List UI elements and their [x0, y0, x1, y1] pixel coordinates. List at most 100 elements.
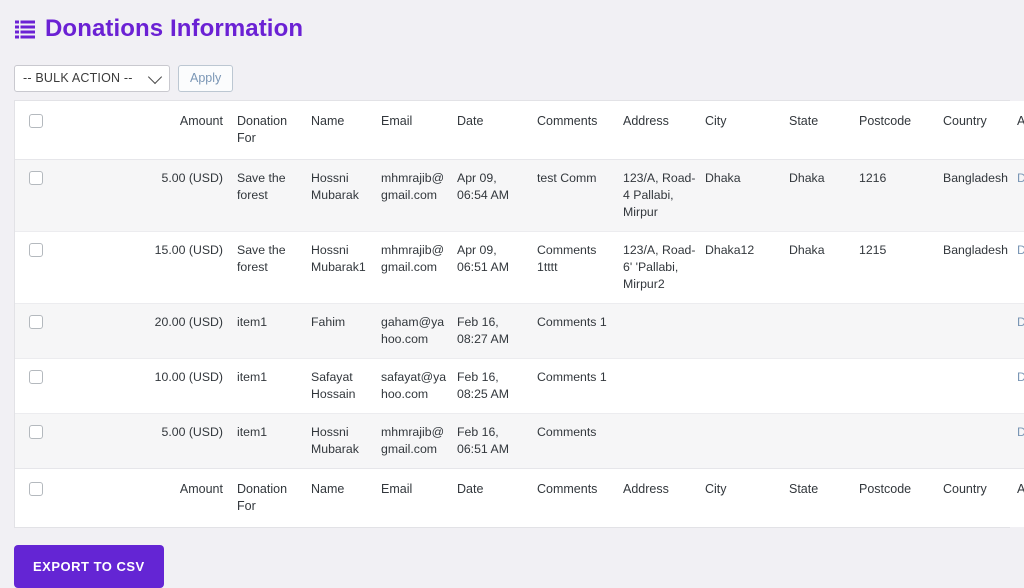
- row-select-cell: [15, 303, 75, 359]
- export-toolbar: EXPORT TO CSV: [0, 528, 1024, 588]
- cell-state: [789, 303, 859, 359]
- delete-link[interactable]: DELETE: [1017, 243, 1024, 257]
- cell-date: Feb 16, 06:51 AM: [457, 425, 509, 456]
- cell-country: [943, 303, 1017, 359]
- cell-donation-for: item1: [237, 425, 268, 439]
- cell-name: Hossni Mubarak: [311, 159, 381, 232]
- donations-table: Amount Donation For Name Email Date Comm…: [15, 101, 1024, 527]
- cell-donation-for: Save the forest: [237, 159, 311, 232]
- cell-postcode: [859, 414, 943, 469]
- footer-header-name[interactable]: Name: [311, 468, 381, 527]
- cell-email: mhmrajib@gmail.com: [381, 231, 457, 304]
- cell-state: [789, 358, 859, 414]
- cell-action: DELETE: [1017, 358, 1024, 414]
- cell-donation-for: item1: [237, 358, 311, 414]
- cell-address: 123/A, Road-6' 'Pallabi, Mirpur2: [623, 231, 705, 304]
- cell-date: Apr 09, 06:54 AM: [457, 159, 537, 232]
- cell-city: Dhaka: [705, 159, 789, 232]
- table-footer-row: Amount Donation For Name Email Date Comm…: [15, 468, 1024, 527]
- footer-header-state[interactable]: State: [789, 468, 859, 527]
- footer-header-country[interactable]: Country: [943, 468, 1017, 527]
- cell-amount: 15.00 (USD): [75, 231, 237, 304]
- cell-name: Safayat Hossain: [311, 358, 381, 414]
- cell-amount: 5.00 (USD): [75, 159, 237, 232]
- footer-header-donation-for[interactable]: Donation For: [237, 468, 311, 527]
- cell-comments: Comments 1tttt: [537, 231, 623, 304]
- column-header-email[interactable]: Email: [381, 101, 457, 160]
- footer-header-postcode[interactable]: Postcode: [859, 468, 943, 527]
- cell-email: gaham@yahoo.com: [381, 303, 457, 359]
- page-title: Donations Information: [0, 0, 1024, 48]
- export-to-csv-button[interactable]: EXPORT TO CSV: [14, 545, 164, 588]
- row-select-checkbox[interactable]: [29, 425, 43, 439]
- delete-link[interactable]: DELETE: [1017, 425, 1024, 439]
- table-row: 5.00 (USD) item1 Hossni Mubarak mhmrajib@gm…: [15, 413, 1024, 469]
- cell-amount: 10.00 (USD): [75, 358, 237, 414]
- row-select-checkbox[interactable]: [29, 370, 43, 384]
- cell-name: Hossni Mubarak: [311, 425, 359, 456]
- column-header-amount[interactable]: Amount: [75, 101, 237, 160]
- row-select-cell: [15, 414, 75, 469]
- cell-comments: Comments 1: [537, 303, 623, 359]
- bulk-action-selected-label: -- BULK ACTION --: [23, 71, 133, 85]
- row-select-checkbox[interactable]: [29, 243, 43, 257]
- footer-header-address[interactable]: Address: [623, 468, 705, 527]
- footer-header-amount[interactable]: Amount: [75, 468, 237, 527]
- column-header-city[interactable]: City: [705, 101, 789, 160]
- bulk-action-toolbar: -- BULK ACTION -- Apply: [0, 48, 1024, 93]
- cell-city: Dhaka12: [705, 231, 789, 304]
- footer-header-action[interactable]: Action: [1017, 468, 1024, 527]
- cell-action: DELETE: [1017, 231, 1024, 304]
- cell-city: [705, 303, 789, 359]
- cell-country: [943, 414, 1017, 469]
- cell-comments: test Comm: [537, 159, 623, 232]
- cell-postcode: 1215: [859, 231, 943, 304]
- footer-header-city[interactable]: City: [705, 468, 789, 527]
- cell-postcode: [859, 303, 943, 359]
- cell-date: Apr 09, 06:51 AM: [457, 231, 537, 304]
- bulk-action-select[interactable]: -- BULK ACTION --: [14, 64, 170, 92]
- footer-header-date[interactable]: Date: [457, 468, 537, 527]
- column-header-country[interactable]: Country: [943, 101, 1017, 160]
- cell-amount: 20.00 (USD): [75, 303, 237, 359]
- row-select-cell: [15, 159, 75, 232]
- cell-action: DELETE: [1017, 414, 1024, 469]
- footer-header-comments[interactable]: Comments: [537, 468, 623, 527]
- chevron-down-icon: [147, 69, 163, 85]
- table-row: 5.00 (USD) Save the forest Hossni Mubarak m…: [15, 159, 1024, 232]
- cell-comments: Comments 1: [537, 358, 623, 414]
- apply-button[interactable]: Apply: [178, 64, 234, 92]
- cell-state: Dhaka: [789, 231, 859, 304]
- delete-link[interactable]: DELETE: [1017, 315, 1024, 329]
- cell-city: [705, 414, 789, 469]
- select-all-checkbox[interactable]: [29, 114, 43, 128]
- table-row: 15.00 (USD) Save the forest Hossni Mubarak…: [15, 231, 1024, 304]
- column-header-date[interactable]: Date: [457, 101, 537, 160]
- select-all-header: [15, 101, 75, 160]
- column-header-donation-for[interactable]: Donation For: [237, 101, 311, 160]
- row-select-checkbox[interactable]: [29, 171, 43, 185]
- column-header-name[interactable]: Name: [311, 101, 381, 160]
- cell-donation-for: item1: [237, 303, 311, 359]
- cell-country: Bangladesh: [943, 159, 1017, 232]
- delete-link[interactable]: DELETE: [1017, 370, 1024, 384]
- column-header-state[interactable]: State: [789, 101, 859, 160]
- select-all-checkbox-footer[interactable]: [29, 482, 43, 496]
- cell-address: [623, 303, 705, 359]
- delete-link[interactable]: DELETE: [1017, 171, 1024, 185]
- footer-header-email[interactable]: Email: [381, 468, 457, 527]
- column-header-action[interactable]: Action: [1017, 101, 1024, 160]
- cell-name: Fahim: [311, 303, 381, 359]
- row-select-checkbox[interactable]: [29, 315, 43, 329]
- cell-address: 123/A, Road-4 Pallabi, Mirpur: [623, 159, 705, 232]
- column-header-address[interactable]: Address: [623, 101, 705, 160]
- table-head: Amount Donation For Name Email Date Comm…: [15, 101, 1024, 160]
- cell-state: Dhaka: [789, 159, 859, 232]
- cell-comments: Comments: [537, 425, 597, 439]
- column-header-postcode[interactable]: Postcode: [859, 101, 943, 160]
- page-title-text: Donations Information: [45, 15, 304, 42]
- cell-postcode: 1216: [859, 159, 943, 232]
- row-select-cell: [15, 358, 75, 414]
- donations-page: Donations Information -- BULK ACTION -- …: [0, 0, 1024, 588]
- column-header-comments[interactable]: Comments: [537, 101, 623, 160]
